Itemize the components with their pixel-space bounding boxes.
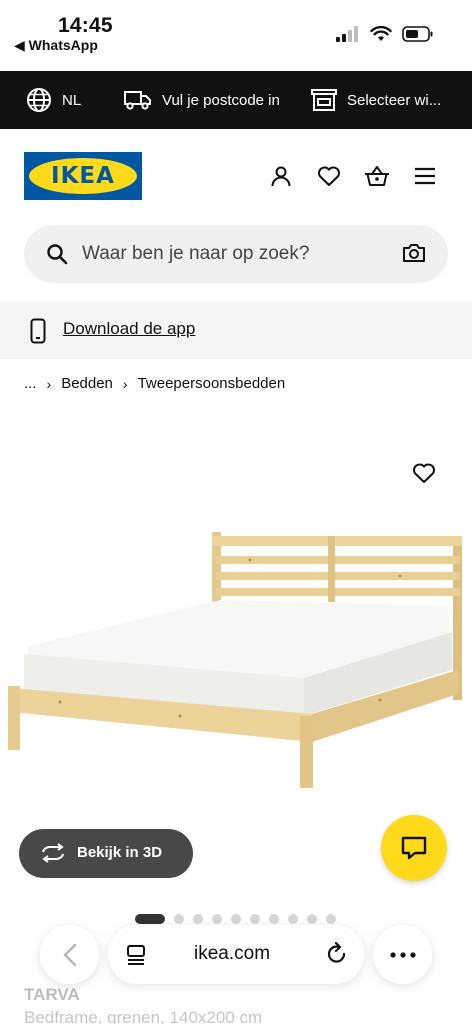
search-bar[interactable]: Waar ben je naar op zoek? — [24, 225, 448, 283]
gallery-dot[interactable] — [269, 914, 279, 924]
globe-icon — [27, 88, 51, 112]
product-name: TARVA — [24, 985, 80, 1004]
basket-icon[interactable] — [364, 163, 390, 189]
logo-oval: IKEA — [29, 158, 137, 194]
browser-url: ikea.com — [194, 943, 271, 964]
delivery-truck-icon — [124, 91, 151, 110]
store-icon — [311, 89, 337, 111]
browser-more-button[interactable] — [373, 925, 432, 984]
menu-icon[interactable] — [412, 163, 438, 189]
breadcrumb-item-tweepersoonsbedden[interactable]: Tweepersoonsbedden — [138, 375, 286, 392]
heart-icon — [413, 463, 435, 483]
browser-address-bar[interactable]: ikea.com — [108, 925, 364, 984]
breadcrumb-ellipsis[interactable]: ... — [24, 375, 37, 392]
reload-icon[interactable] — [326, 942, 348, 966]
gallery-dot[interactable] — [135, 914, 165, 924]
store-label: Selecteer wi... — [347, 91, 442, 109]
breadcrumb-item-bedden[interactable]: Bedden — [61, 375, 113, 392]
chat-button[interactable] — [381, 815, 447, 881]
camera-search-icon[interactable] — [402, 242, 426, 264]
view-in-3d-button[interactable]: Bekijk in 3D — [19, 829, 193, 878]
view-in-3d-label: Bekijk in 3D — [77, 844, 163, 861]
language-label: NL — [62, 91, 82, 109]
signal-icon — [336, 26, 358, 42]
mobile-phone-icon — [30, 318, 46, 344]
browser-back-button[interactable] — [40, 925, 99, 984]
search-icon — [47, 244, 68, 265]
chevron-right-icon: › — [46, 375, 52, 392]
rotate-3d-icon — [42, 843, 64, 863]
store-selector[interactable]: Selecteer wi... — [311, 71, 472, 129]
download-app-link[interactable]: Download de app — [63, 319, 195, 339]
chevron-right-icon: › — [122, 375, 128, 392]
postcode-label: Vul je postcode in — [162, 91, 280, 109]
search-placeholder: Waar ben je naar op zoek? — [82, 243, 310, 264]
gallery-dot[interactable] — [193, 914, 203, 924]
gallery-dot[interactable] — [326, 914, 336, 924]
product-image-bed — [8, 532, 462, 788]
add-to-favourites-button[interactable] — [406, 455, 442, 491]
breadcrumb: ... › Bedden › Tweepersoonsbedden — [24, 375, 285, 392]
chat-icon — [401, 836, 427, 860]
user-icon[interactable] — [268, 163, 294, 189]
postcode-selector[interactable]: Vul je postcode in — [124, 71, 280, 129]
gallery-dot[interactable] — [174, 914, 184, 924]
more-dots-icon — [389, 951, 416, 958]
logo-text: IKEA — [51, 163, 115, 189]
gallery-dot[interactable] — [250, 914, 260, 924]
top-info-strip: NL Vul je postcode in Selecteer wi... — [0, 71, 472, 129]
status-time: 14:45 — [58, 14, 113, 37]
back-to-whatsapp[interactable]: ◀ WhatsApp — [14, 37, 98, 54]
heart-icon[interactable] — [316, 163, 342, 189]
language-selector[interactable]: NL — [26, 71, 81, 129]
header-actions — [268, 163, 438, 189]
download-app-banner[interactable]: Download de app — [0, 302, 472, 359]
gallery-pagination — [135, 914, 336, 924]
battery-icon — [402, 26, 433, 42]
status-icons — [336, 26, 434, 42]
product-description: Bedframe, grenen, 140x200 cm — [24, 1008, 263, 1024]
gallery-dot[interactable] — [231, 914, 241, 924]
ikea-logo[interactable]: IKEA — [24, 152, 142, 200]
gallery-dot[interactable] — [307, 914, 317, 924]
gallery-dot[interactable] — [212, 914, 222, 924]
chevron-left-icon — [62, 943, 76, 966]
gallery-dot[interactable] — [288, 914, 298, 924]
status-bar: 14:45 ◀ WhatsApp — [0, 0, 472, 70]
tab-overview-icon[interactable] — [126, 944, 146, 966]
wifi-icon — [370, 26, 392, 41]
